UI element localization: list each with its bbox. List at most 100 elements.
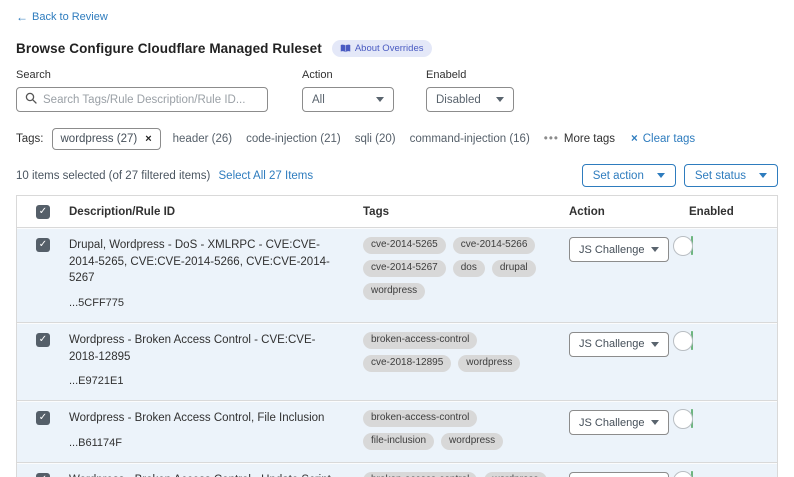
ellipsis-icon: ••• (544, 133, 559, 145)
back-to-review-link[interactable]: ← Back to Review (16, 11, 108, 23)
clear-tags-button[interactable]: × Clear tags (631, 133, 695, 145)
enabled-label: Enabeld (426, 69, 514, 81)
about-overrides-label: About Overrides (355, 43, 424, 54)
clear-tags-icon: × (631, 133, 638, 145)
tag-pill: wordpress (458, 355, 520, 372)
column-header-action: Action (569, 206, 689, 218)
action-dropdown-value: JS Challenge (579, 338, 644, 350)
tag-pill: cve-2018-12895 (363, 355, 451, 372)
rule-id: ...5CFF775 (69, 296, 343, 312)
selection-summary-text: 10 items selected (of 27 filtered items) (16, 170, 210, 182)
column-header-enabled: Enabled (689, 206, 777, 218)
rule-description: Wordpress - Broken Access Control, File … (69, 410, 343, 427)
filter-tag[interactable]: sqli (20) (355, 133, 396, 145)
selection-bar: 10 items selected (of 27 filtered items)… (16, 164, 778, 187)
title-row: Browse Configure Cloudflare Managed Rule… (16, 40, 778, 57)
chevron-down-icon (651, 247, 659, 252)
back-link-label: Back to Review (32, 11, 108, 23)
chevron-down-icon (651, 420, 659, 425)
tag-pill: cve-2014-5265 (363, 237, 446, 254)
filter-tag[interactable]: code-injection (21) (246, 133, 341, 145)
available-tags: header (26) code-injection (21) sqli (20) c… (173, 133, 530, 145)
tag-pill: cve-2014-5267 (363, 260, 446, 277)
set-status-button[interactable]: Set status (684, 164, 778, 187)
column-header-tags: Tags (363, 206, 569, 218)
filter-tag[interactable]: command-injection (16) (410, 133, 530, 145)
tag-pill: broken-access-control (363, 410, 477, 427)
chevron-down-icon (376, 97, 384, 102)
chevron-down-icon (759, 173, 767, 178)
action-dropdown-value: JS Challenge (579, 417, 644, 429)
more-tags-button[interactable]: ••• More tags (544, 133, 615, 145)
action-select-value: All (312, 94, 325, 106)
table-header: ✓ Description/Rule ID Tags Action Enable… (17, 196, 777, 228)
filters-row: Search Action All Enabeld Disabled (16, 69, 778, 112)
rule-tags: broken-access-control file-inclusion wordp… (363, 410, 569, 452)
row-checkbox[interactable]: ✓ (36, 333, 50, 347)
row-checkbox[interactable]: ✓ (36, 473, 50, 477)
rule-description: Drupal, Wordpress - DoS - XMLRPC - CVE:C… (69, 237, 343, 287)
rules-table: ✓ Description/Rule ID Tags Action Enable… (16, 195, 778, 477)
table-row: ✓ Wordpress - Broken Access Control - CV… (17, 323, 777, 401)
tag-pill: wordpress (363, 283, 425, 300)
enabled-select-value: Disabled (436, 94, 481, 106)
rule-tags: cve-2014-5265 cve-2014-5266 cve-2014-5267 d… (363, 237, 569, 312)
tag-pill: drupal (492, 260, 536, 277)
tag-pill: broken-access-control (363, 332, 477, 349)
table-row: ✓ Drupal, Wordpress - DoS - XMLRPC - CVE… (17, 228, 777, 323)
toggle-knob (673, 331, 693, 351)
enabled-toggle[interactable] (691, 409, 693, 428)
enabled-toggle[interactable] (691, 236, 693, 255)
rule-description: Wordpress - Broken Access Control - CVE:… (69, 332, 343, 365)
tag-pill: wordpress (441, 433, 503, 450)
remove-tag-icon[interactable]: × (145, 133, 151, 145)
tag-pill: file-inclusion (363, 433, 434, 450)
enabled-select[interactable]: Disabled (426, 87, 514, 112)
set-status-label: Set status (695, 170, 746, 182)
rule-id: ...E9721E1 (69, 374, 343, 390)
chevron-down-icon (496, 97, 504, 102)
filter-tag[interactable]: header (26) (173, 133, 232, 145)
clear-tags-label: Clear tags (643, 133, 695, 145)
toggle-knob (673, 236, 693, 256)
search-icon (25, 91, 37, 109)
chevron-down-icon (651, 342, 659, 347)
more-tags-label: More tags (564, 133, 615, 145)
search-input[interactable] (43, 94, 259, 106)
tag-pill: cve-2014-5266 (453, 237, 536, 254)
action-dropdown[interactable]: JS Challenge (569, 237, 669, 262)
about-overrides-badge[interactable]: About Overrides (332, 40, 432, 57)
set-action-button[interactable]: Set action (582, 164, 676, 187)
bulk-actions: Set action Set status (582, 164, 778, 187)
toggle-knob (673, 409, 693, 429)
table-row: ✓ Wordpress - Broken Access Control, Fil… (17, 401, 777, 463)
tag-pill: broken-access-control (363, 472, 477, 477)
selected-tag-chip[interactable]: wordpress (27) × (52, 128, 161, 150)
selected-tag-label: wordpress (27) (61, 133, 138, 145)
action-dropdown[interactable]: JS Challenge (569, 472, 669, 477)
book-icon (340, 44, 351, 53)
action-dropdown-value: JS Challenge (579, 244, 644, 256)
select-all-checkbox[interactable]: ✓ (36, 205, 50, 219)
row-checkbox[interactable]: ✓ (36, 238, 50, 252)
enabled-toggle[interactable] (691, 471, 693, 477)
rule-tags: broken-access-controlwordpress (363, 472, 569, 477)
table-row: ✓ Wordpress - Broken Access Control - Up… (17, 463, 777, 477)
search-box[interactable] (16, 87, 268, 112)
action-filter: Action All (302, 69, 394, 112)
rule-description: Wordpress - Broken Access Control - Upda… (69, 472, 343, 477)
page-title: Browse Configure Cloudflare Managed Rule… (16, 41, 322, 56)
search-label: Search (16, 69, 268, 81)
set-action-label: Set action (593, 170, 644, 182)
action-dropdown[interactable]: JS Challenge (569, 410, 669, 435)
select-all-link[interactable]: Select All 27 Items (219, 170, 314, 182)
search-filter: Search (16, 69, 268, 112)
column-header-description: Description/Rule ID (69, 206, 363, 218)
back-arrow-icon: ← (16, 11, 28, 23)
enabled-toggle[interactable] (691, 331, 693, 350)
action-dropdown[interactable]: JS Challenge (569, 332, 669, 357)
row-checkbox[interactable]: ✓ (36, 411, 50, 425)
action-select[interactable]: All (302, 87, 394, 112)
tag-pill: dos (453, 260, 485, 277)
action-label: Action (302, 69, 394, 81)
